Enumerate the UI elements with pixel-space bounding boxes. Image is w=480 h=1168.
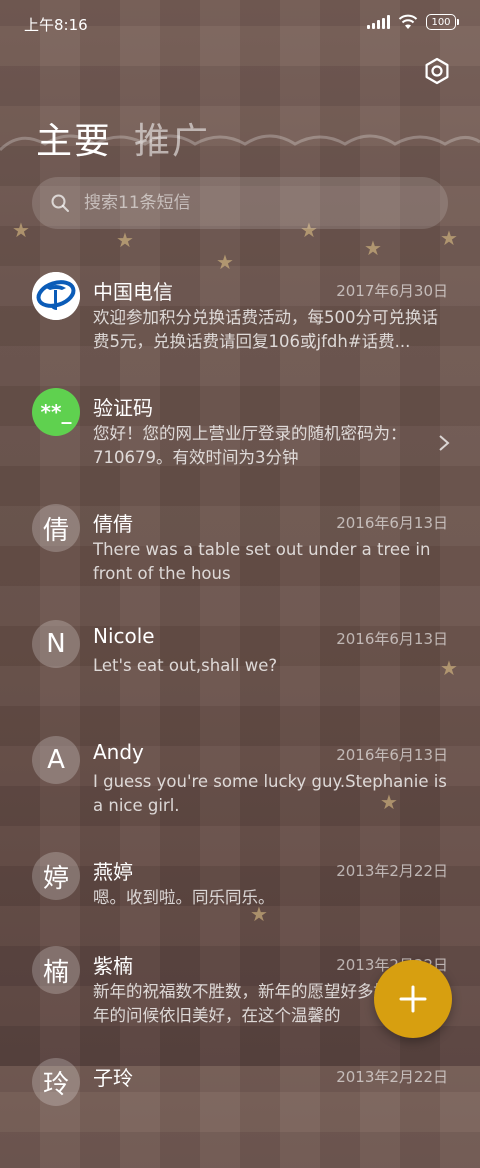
contact-name: 验证码: [93, 396, 153, 420]
new-message-button[interactable]: [374, 960, 452, 1038]
contact-name: 燕婷: [93, 860, 133, 884]
message-preview: Let's eat out,shall we?: [93, 656, 278, 675]
star-decoration: ★: [116, 228, 134, 252]
message-item[interactable]: **_ 验证码 您好！您的网上营业厅登录的随机密码为：710679。有效时间为3…: [0, 382, 480, 498]
status-bar: 上午8:16 100: [0, 0, 480, 46]
avatar: [32, 272, 80, 320]
tab-primary[interactable]: 主要: [36, 112, 112, 164]
contact-name: Andy: [93, 740, 144, 764]
message-preview: 欢迎参加积分兑换话费活动，每500分可兑换话费5元，兑换话费请回复106或jfd…: [93, 308, 438, 351]
search-bar[interactable]: [32, 177, 448, 229]
star-decoration: ★: [440, 226, 458, 250]
message-date: 2016年6月13日: [336, 630, 448, 648]
star-decoration: ★: [12, 218, 30, 242]
message-preview: 嗯。收到啦。同乐同乐。: [93, 888, 275, 907]
contact-name: 倩倩: [93, 512, 133, 536]
message-date: 2013年2月22日: [336, 862, 448, 880]
contact-name: 中国电信: [93, 280, 173, 304]
avatar: 玲: [32, 1058, 80, 1106]
message-item[interactable]: A Andy 2016年6月13日 I guess you're some lu…: [0, 730, 480, 846]
message-item[interactable]: 婷 燕婷 2013年2月22日 嗯。收到啦。同乐同乐。: [0, 846, 480, 940]
contact-name: 子玲: [93, 1066, 133, 1090]
avatar: 婷: [32, 852, 80, 900]
message-date: 2013年2月22日: [336, 1068, 448, 1086]
search-input[interactable]: [82, 192, 406, 214]
avatar: **_: [32, 388, 80, 436]
message-item[interactable]: 玲 子玲 2013年2月22日: [0, 1052, 480, 1168]
avatar: N: [32, 620, 80, 668]
message-preview: There was a table set out under a tree i…: [93, 540, 431, 583]
status-icons: 100: [367, 14, 459, 30]
battery-icon: 100: [426, 14, 459, 30]
message-preview: I guess you're some lucky guy.Stephanie …: [93, 772, 447, 815]
settings-icon[interactable]: [422, 56, 452, 86]
avatar: 楠: [32, 946, 80, 994]
tab-bar: 主要 推广: [36, 112, 210, 164]
search-icon: [51, 194, 69, 212]
china-telecom-logo-icon: [32, 272, 80, 320]
message-item[interactable]: 倩 倩倩 2016年6月13日 There was a table set ou…: [0, 498, 480, 614]
message-date: 2016年6月13日: [336, 746, 448, 764]
contact-name: 紫楠: [93, 954, 133, 978]
avatar: A: [32, 736, 80, 784]
contact-name: Nicole: [93, 624, 155, 648]
message-date: 2016年6月13日: [336, 514, 448, 532]
message-date: 2017年6月30日: [336, 282, 448, 300]
message-item[interactable]: 中国电信 2017年6月30日 欢迎参加积分兑换话费活动，每500分可兑换话费5…: [0, 266, 480, 382]
wifi-icon: [398, 14, 418, 29]
signal-icon: [367, 15, 390, 29]
battery-level: 100: [431, 16, 451, 28]
chevron-right-icon[interactable]: [438, 434, 450, 452]
avatar: 倩: [32, 504, 80, 552]
message-preview: 您好！您的网上营业厅登录的随机密码为：710679。有效时间为3分钟: [93, 424, 407, 467]
star-decoration: ★: [364, 236, 382, 260]
tab-promotions[interactable]: 推广: [134, 112, 210, 164]
status-time: 上午8:16: [24, 16, 88, 34]
message-item[interactable]: N Nicole 2016年6月13日 Let's eat out,shall …: [0, 614, 480, 730]
plus-icon: [399, 985, 427, 1013]
